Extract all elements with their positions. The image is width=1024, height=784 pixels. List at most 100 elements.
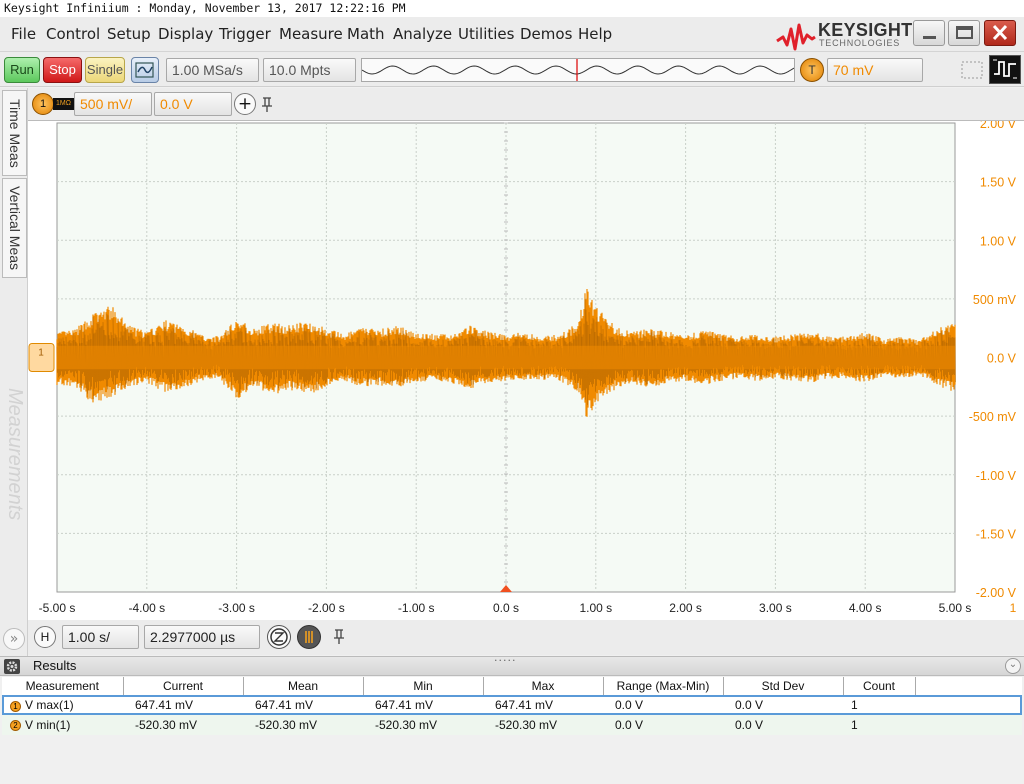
double-chevron-icon: » [9,631,19,647]
timebase-scale-field[interactable]: 1.00 s/ [62,625,139,649]
minimize-button[interactable] [913,20,945,46]
menu-control[interactable]: Control [46,17,100,51]
add-channel-button[interactable]: + [234,93,256,115]
x-tick-label: -5.00 s [39,601,76,615]
measurement-name: V min(1) [25,718,71,732]
table-row[interactable]: 1V max(1) 647.41 mV 647.41 mV 647.41 mV … [2,695,1022,715]
tab-vertical-meas[interactable]: Vertical Meas [2,178,27,278]
navigate-icon [305,631,313,643]
menu-display[interactable]: Display [158,17,213,51]
single-button[interactable]: Single [85,57,125,83]
menu-analyze[interactable]: Analyze [393,17,452,51]
x-tick-label: -1.00 s [398,601,435,615]
dock-button[interactable] [958,56,986,84]
window-title: Keysight Infiniium : Monday, November 13… [0,0,1024,17]
cell: -520.30 mV [375,718,438,732]
dock-icon [961,61,983,79]
column-header[interactable]: Count [843,677,916,696]
y-tick-label: 1.00 V [980,234,1017,248]
results-table: Measurement Current Mean Min Max Range (… [2,677,1022,735]
maximize-button[interactable] [948,20,980,46]
pin-channel-button[interactable] [260,95,274,113]
channel-offset-field[interactable]: 0.0 V [154,92,232,116]
column-header[interactable]: Max [483,677,604,696]
table-row[interactable]: 2 V min(1) -520.30 mV -520.30 mV -520.30 … [2,715,1022,735]
maximize-icon [956,26,973,39]
cell: 1 [851,718,858,732]
x-tick-label: 4.00 s [849,601,882,615]
column-header[interactable]: Range (Max-Min) [603,677,724,696]
waveform-display[interactable]: 1 2.00 V 1.50 V 1.00 V 500 mV 0.0 V -500 mV -1.… [28,117,1024,626]
stop-button[interactable]: Stop [43,57,82,83]
chevron-down-icon: ⌄ [1008,659,1018,670]
waveform-toggle-icon [993,59,1017,79]
column-header[interactable]: Min [363,677,484,696]
expand-sidebar-button[interactable]: » [3,628,25,650]
impedance-badge: 1MΩ [53,98,74,110]
channel-1-badge[interactable]: 1 [32,93,54,115]
menu-file[interactable]: File [11,17,36,51]
memory-depth-field[interactable]: 10.0 Mpts [263,58,356,82]
source-2-marker: 2 [10,720,21,732]
results-settings-button[interactable] [4,659,20,674]
x-tick-label: -3.00 s [218,601,255,615]
trigger-level-field[interactable]: 70 mV [827,58,923,82]
overview-wave [361,59,795,81]
y-tick-label: 1.50 V [980,176,1017,190]
cell: 0.0 V [615,698,644,713]
channel-marker-label: 1 [38,348,44,359]
plus-icon: + [237,94,253,114]
cell: 0.0 V [735,718,764,732]
keysight-wave-icon [776,23,816,51]
auto-scale-button[interactable] [131,57,159,83]
y-tick-label: 500 mV [973,293,1017,307]
menu-trigger[interactable]: Trigger [219,17,271,51]
y-tick-label: -500 mV [969,410,1017,424]
close-button[interactable] [984,20,1016,46]
cell: -520.30 mV [495,718,558,732]
channel-number-label: 1 [1010,601,1017,615]
pin-timebase-button[interactable] [332,627,346,645]
x-tick-label: 1.00 s [579,601,612,615]
channel-scale-field[interactable]: 500 mV/ [74,92,152,116]
horizontal-badge[interactable]: H [34,626,56,648]
waveform-graticule[interactable]: 1 2.00 V 1.50 V 1.00 V 500 mV 0.0 V -500 mV -1.… [28,117,1024,626]
touch-mode-button[interactable] [989,55,1021,84]
menu-measure[interactable]: Measure [279,17,343,51]
menu-demos[interactable]: Demos [520,17,572,51]
sample-rate-field[interactable]: 1.00 MSa/s [166,58,259,82]
navigate-button[interactable] [297,625,321,649]
menu-setup[interactable]: Setup [107,17,151,51]
waveform-overview[interactable] [361,58,795,82]
gear-icon [6,661,18,672]
menu-math[interactable]: Math [347,17,385,51]
trigger-badge[interactable]: T [800,58,824,82]
source-1-marker: 1 [10,700,21,712]
cell: 647.41 mV [255,698,314,713]
x-tick-label: 2.00 s [669,601,702,615]
column-header[interactable]: Mean [243,677,364,696]
x-tick-label: 5.00 s [939,601,972,615]
zoom-icon [270,628,288,646]
column-header[interactable]: Current [123,677,244,696]
brand-sub: TECHNOLOGIES [819,38,901,48]
column-header[interactable]: Std Dev [723,677,844,696]
cell: -520.30 mV [255,718,318,732]
left-sidebar: Time Meas Vertical Meas Measurements » [0,88,28,656]
y-tick-label: -1.00 V [976,469,1017,483]
close-icon [992,24,1008,41]
collapse-results-button[interactable]: ⌄ [1005,658,1021,674]
tab-time-meas[interactable]: Time Meas [2,90,27,176]
cell: 0.0 V [735,698,764,713]
results-drag-handle[interactable]: ····· [494,654,516,667]
column-header[interactable]: Measurement [2,677,124,696]
timebase-position-field[interactable]: 2.2977000 µs [144,625,260,649]
menu-help[interactable]: Help [578,17,612,51]
keysight-logo: KEYSIGHT TECHNOLOGIES [776,19,912,51]
cell: -520.30 mV [135,718,198,732]
x-tick-label: 3.00 s [759,601,792,615]
menu-utilities[interactable]: Utilities [458,17,514,51]
run-button[interactable]: Run [4,57,40,83]
cell: 1 [851,698,858,713]
zoom-button[interactable] [267,625,291,649]
